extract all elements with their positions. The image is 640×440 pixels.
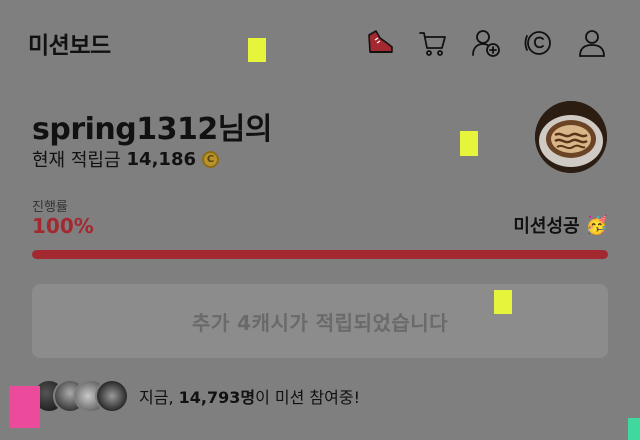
progress-label: 진행률: [32, 200, 68, 215]
highlight-marker: [628, 418, 640, 440]
username-heading: spring1312님의: [32, 104, 272, 148]
add-friend-icon[interactable]: [468, 25, 504, 61]
participants-text: 지금, 14,793명이 미션 참여중!: [139, 384, 360, 408]
party-face-icon: 🥳: [585, 214, 608, 236]
points-value: 14,186: [126, 148, 196, 170]
participants-row: 지금, 14,793명이 미션 참여중!: [32, 378, 360, 414]
highlight-marker: [460, 131, 478, 156]
participants-count: 14,793명: [178, 388, 256, 407]
points-label: 현재 적립금: [32, 150, 121, 171]
progress-bar: [32, 250, 608, 259]
mission-status: 미션성공 🥳: [513, 212, 608, 238]
highlight-marker: [248, 38, 266, 62]
progress-bar-fill: [32, 250, 608, 259]
profile-icon[interactable]: [574, 25, 610, 61]
username-suffix: 님의: [217, 112, 273, 147]
participant-avatar: [95, 379, 129, 413]
participant-avatars: [32, 379, 129, 413]
current-points: 현재 적립금 14,186 C: [32, 146, 219, 172]
progress-value: 100%: [32, 214, 94, 238]
participants-prefix: 지금,: [139, 388, 174, 407]
username: spring1312: [32, 112, 218, 147]
coffee-cup-image: [535, 101, 607, 173]
participants-suffix: 이 미션 참여중!: [255, 388, 360, 407]
coin-icon: C: [202, 150, 219, 168]
avatar[interactable]: [535, 101, 607, 173]
sneaker-icon[interactable]: [362, 25, 398, 61]
coin-history-icon[interactable]: [521, 25, 557, 61]
cart-icon[interactable]: [415, 25, 451, 61]
page-title: 미션보드: [28, 33, 111, 59]
header-icon-bar: [362, 25, 610, 61]
highlight-marker: [494, 290, 512, 314]
reward-button[interactable]: 추가 4캐시가 적립되었습니다: [32, 284, 608, 358]
header: 미션보드: [0, 0, 640, 86]
highlight-marker: [9, 386, 40, 428]
mission-status-text: 미션성공: [513, 216, 580, 237]
